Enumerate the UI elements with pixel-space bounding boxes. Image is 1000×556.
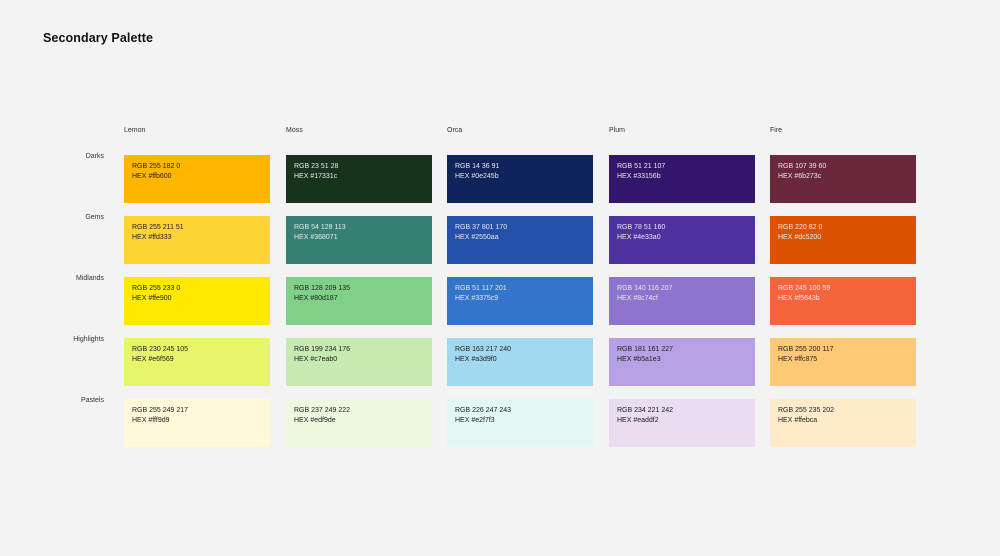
swatch-plum-gems: RGB 78 51 160 HEX #4e33a0: [609, 216, 755, 264]
swatch-hex-label: HEX #80d187: [294, 295, 338, 302]
swatch-hex-label: HEX #368071: [294, 234, 338, 241]
row-label-highlights: Highlights: [73, 336, 104, 343]
swatch-lemon-pastels: RGB 255 249 217 HEX #fff9d9: [124, 399, 270, 447]
swatch-hex-label: HEX #ffc875: [778, 356, 818, 363]
swatch-hex-label: HEX #0e245b: [455, 173, 499, 180]
swatch-rgb-label: RGB 255 233 0: [132, 285, 181, 292]
column-label-plum: Plum: [609, 127, 625, 134]
swatch-hex-label: HEX #b5a1e3: [617, 356, 661, 363]
swatch-fire-darks: RGB 107 39 60 HEX #6b273c: [770, 155, 916, 203]
swatch-rgb-label: RGB 14 36 91: [455, 163, 500, 170]
swatch-rgb-label: RGB 23 51 28: [294, 163, 339, 170]
swatch-rgb-label: RGB 255 249 217: [132, 407, 189, 414]
swatch-rgb-label: RGB 234 221 242: [617, 407, 674, 414]
swatch-rgb-label: RGB 78 51 160: [617, 224, 666, 231]
swatch-fire-pastels: RGB 255 235 202 HEX #ffebca: [770, 399, 916, 447]
swatch-rgb-label: RGB 199 234 176: [294, 346, 351, 353]
swatch-plum-darks: RGB 51 21 107 HEX #33156b: [609, 155, 755, 203]
swatch-lemon-highlights: RGB 230 245 105 HEX #e6f569: [124, 338, 270, 386]
swatch-plum-pastels: RGB 234 221 242 HEX #eaddf2: [609, 399, 755, 447]
swatch-hex-label: HEX #f5643b: [778, 295, 820, 302]
swatch-moss-highlights: RGB 199 234 176 HEX #c7eab0: [286, 338, 432, 386]
swatch-rgb-label: RGB 163 217 240: [455, 346, 512, 353]
swatch-hex-label: HEX #ffe900: [132, 295, 172, 302]
swatch-rgb-label: RGB 237 249 222: [294, 407, 351, 414]
column-label-lemon: Lemon: [124, 127, 146, 134]
swatch-plum-midlands: RGB 140 116 207 HEX #8c74cf: [609, 277, 755, 325]
swatch-hex-label: HEX #33156b: [617, 173, 661, 180]
swatch-hex-label: HEX #dc5200: [778, 234, 822, 241]
swatch-lemon-darks: RGB 255 182 0 HEX #ffb600: [124, 155, 270, 203]
swatch-orca-gems: RGB 37 801 170 HEX #2550aa: [447, 216, 593, 264]
column-label-fire: Fire: [770, 127, 783, 134]
swatch-orca-highlights: RGB 163 217 240 HEX #a3d9f0: [447, 338, 593, 386]
swatch-rgb-label: RGB 54 128 113: [294, 224, 346, 231]
swatch-moss-pastels: RGB 237 249 222 HEX #edf9de: [286, 399, 432, 447]
swatch-orca-darks: RGB 14 36 91 HEX #0e245b: [447, 155, 593, 203]
swatch-hex-label: HEX #6b273c: [778, 173, 822, 180]
swatch-orca-midlands: RGB 51 117 201 HEX #3375c9: [447, 277, 593, 325]
swatch-hex-label: HEX #ffebca: [778, 417, 818, 424]
page-title: Secondary Palette: [43, 31, 154, 45]
swatch-moss-darks: RGB 23 51 28 HEX #17331c: [286, 155, 432, 203]
swatch-orca-pastels: RGB 226 247 243 HEX #e2f7f3: [447, 399, 593, 447]
swatch-rgb-label: RGB 181 161 227: [617, 346, 674, 353]
swatch-hex-label: HEX #a3d9f0: [455, 356, 497, 363]
swatch-rgb-label: RGB 51 117 201: [455, 285, 507, 292]
swatch-lemon-gems: RGB 255 211 51 HEX #ffd333: [124, 216, 270, 264]
row-label-pastels: Pastels: [81, 397, 104, 404]
swatch-hex-label: HEX #2550aa: [455, 234, 499, 241]
swatch-moss-midlands: RGB 128 209 135 HEX #80d187: [286, 277, 432, 325]
swatch-hex-label: HEX #c7eab0: [294, 356, 338, 363]
swatch-fire-gems: RGB 220 82 0 HEX #dc5200: [770, 216, 916, 264]
row-label-darks: Darks: [85, 153, 104, 160]
swatch-hex-label: HEX #e6f569: [132, 356, 174, 363]
swatch-rgb-label: RGB 37 801 170: [455, 224, 508, 231]
swatch-hex-label: HEX #fff9d9: [132, 417, 170, 424]
swatch-hex-label: HEX #e2f7f3: [455, 417, 495, 424]
swatch-moss-gems: RGB 54 128 113 HEX #368071: [286, 216, 432, 264]
swatch-rgb-label: RGB 140 116 207: [617, 285, 673, 292]
swatch-rgb-label: RGB 255 235 202: [778, 407, 835, 414]
swatch-rgb-label: RGB 245 100 59: [778, 285, 831, 292]
swatch-hex-label: HEX #8c74cf: [617, 295, 658, 302]
swatch-lemon-midlands: RGB 255 233 0 HEX #ffe900: [124, 277, 270, 325]
swatch-fire-midlands: RGB 245 100 59 HEX #f5643b: [770, 277, 916, 325]
column-label-moss: Moss: [286, 127, 303, 134]
row-label-gems: Gems: [85, 214, 104, 221]
swatch-hex-label: HEX #eaddf2: [617, 417, 659, 424]
swatch-hex-label: HEX #edf9de: [294, 417, 336, 424]
swatch-rgb-label: RGB 107 39 60: [778, 163, 827, 170]
swatch-rgb-label: RGB 255 200 117: [778, 346, 834, 353]
swatch-hex-label: HEX #ffd333: [132, 234, 172, 241]
swatch-hex-label: HEX #ffb600: [132, 173, 172, 180]
swatch-rgb-label: RGB 220 82 0: [778, 224, 823, 231]
row-label-midlands: Midlands: [75, 275, 104, 282]
swatch-rgb-label: RGB 128 209 135: [294, 285, 351, 292]
swatch-plum-highlights: RGB 181 161 227 HEX #b5a1e3: [609, 338, 755, 386]
column-label-orca: Orca: [447, 127, 463, 134]
swatch-rgb-label: RGB 226 247 243: [455, 407, 512, 414]
swatch-rgb-label: RGB 230 245 105: [132, 346, 189, 353]
swatch-rgb-label: RGB 255 211 51: [132, 224, 184, 231]
swatch-fire-highlights: RGB 255 200 117 HEX #ffc875: [770, 338, 916, 386]
swatch-rgb-label: RGB 255 182 0: [132, 163, 181, 170]
swatch-hex-label: HEX #3375c9: [455, 295, 499, 302]
swatch-rgb-label: RGB 51 21 107: [617, 163, 666, 170]
swatch-hex-label: HEX #17331c: [294, 173, 338, 180]
swatch-hex-label: HEX #4e33a0: [617, 234, 661, 241]
